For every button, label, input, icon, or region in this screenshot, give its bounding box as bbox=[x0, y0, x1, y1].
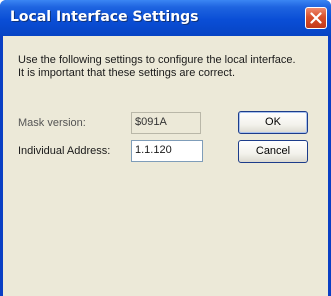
mask-version-field: $091A bbox=[131, 112, 201, 134]
individual-address-label: Individual Address: bbox=[18, 145, 111, 157]
ok-button[interactable]: OK bbox=[238, 111, 308, 134]
dialog-window: Local Interface Settings Use the followi… bbox=[0, 0, 331, 296]
cancel-button[interactable]: Cancel bbox=[238, 140, 308, 163]
individual-address-input[interactable]: 1.1.120 bbox=[131, 140, 203, 162]
instructions-line-1: Use the following settings to configure … bbox=[18, 54, 296, 66]
close-icon bbox=[310, 12, 322, 24]
window-title: Local Interface Settings bbox=[10, 9, 199, 25]
instructions-line-2: It is important that these settings are … bbox=[18, 67, 236, 79]
title-bar[interactable]: Local Interface Settings bbox=[0, 0, 331, 36]
dialog-body: Use the following settings to configure … bbox=[3, 36, 328, 296]
mask-version-label: Mask version: bbox=[18, 117, 86, 129]
close-button[interactable] bbox=[305, 7, 327, 29]
instructions-text: Use the following settings to configure … bbox=[18, 54, 318, 80]
